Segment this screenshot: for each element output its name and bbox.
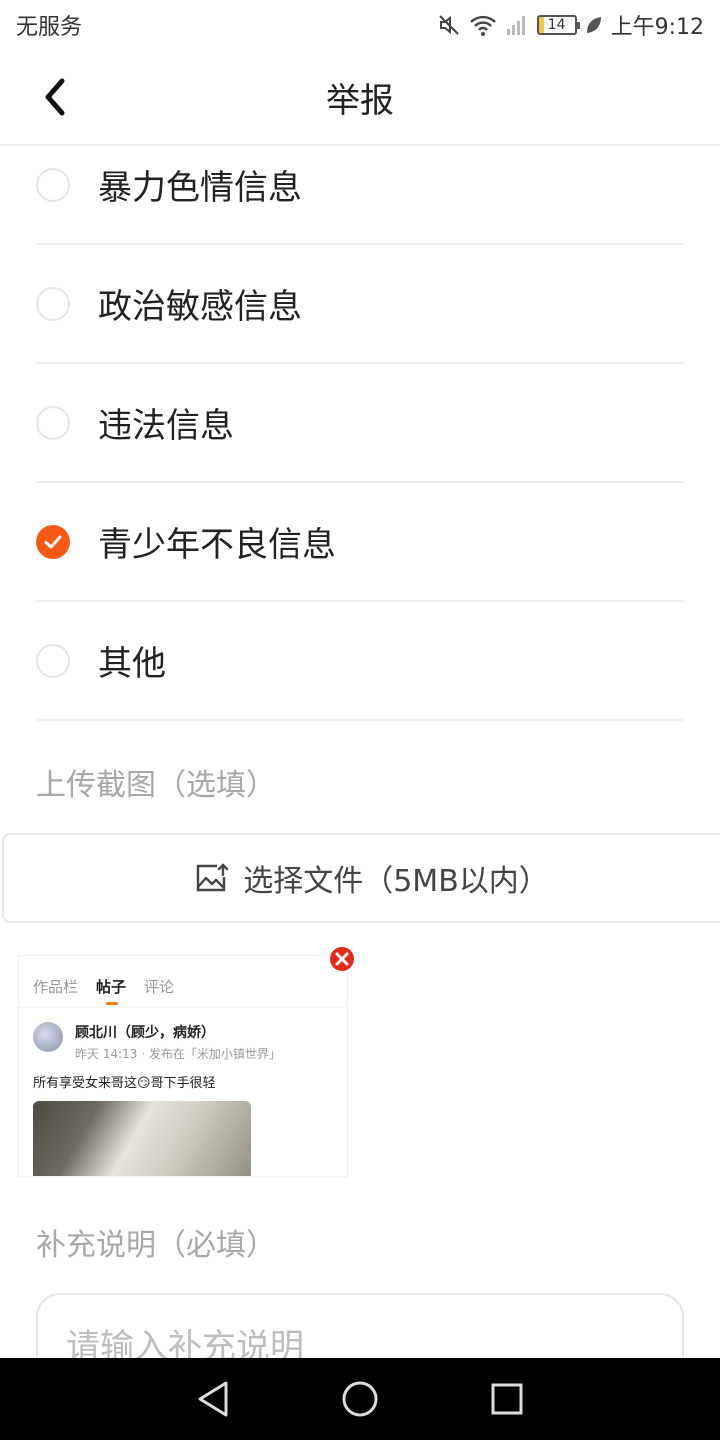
close-circle-icon xyxy=(335,952,349,966)
radio-unchecked-icon[interactable] xyxy=(36,643,70,678)
chevron-left-icon xyxy=(45,78,65,116)
option-label: 违法信息 xyxy=(98,406,234,446)
radio-unchecked-icon[interactable] xyxy=(36,167,70,202)
preview-tabs: 作品栏 帖子 评论 xyxy=(19,956,347,1008)
report-option-youth[interactable]: 青少年不良信息 xyxy=(36,483,684,602)
image-upload-icon xyxy=(197,863,229,892)
choose-file-button[interactable]: 选择文件（5MB以内） xyxy=(2,833,720,923)
option-label: 政治敏感信息 xyxy=(98,287,302,327)
preview-tab-active: 帖子 xyxy=(96,978,127,1005)
back-button[interactable] xyxy=(30,72,80,122)
status-bar: 无服务 14 上午9:12 xyxy=(0,0,720,50)
preview-author: 顾北川（顾少，病娇） xyxy=(75,1025,215,1041)
option-label: 暴力色情信息 xyxy=(98,168,302,208)
report-option-political[interactable]: 政治敏感信息 xyxy=(36,245,684,364)
choose-file-label: 选择文件（5MB以内） xyxy=(243,864,549,899)
preview-meta: 昨天 14:13 · 发布在「米加小镇世界」 xyxy=(75,1047,281,1061)
option-label: 其他 xyxy=(98,644,166,684)
option-label: 青少年不良信息 xyxy=(98,525,336,565)
nav-recents-button[interactable] xyxy=(477,1369,537,1429)
nav-back-button[interactable] xyxy=(183,1369,243,1429)
report-option-other[interactable]: 其他 xyxy=(36,602,684,721)
remove-screenshot-button[interactable] xyxy=(328,945,356,973)
report-options-list: 暴力色情信息 政治敏感信息 违法信息 青少年不良信息 其他 xyxy=(36,126,684,721)
preview-post: 顾北川（顾少，病娇） 昨天 14:13 · 发布在「米加小镇世界」 所有享受女来… xyxy=(19,1008,347,1176)
nav-home-button[interactable] xyxy=(330,1369,390,1429)
upload-section-label: 上传截图（选填） xyxy=(36,768,276,803)
preview-tab: 作品栏 xyxy=(33,978,79,996)
back-triangle-icon xyxy=(198,1381,228,1417)
description-section-label: 补充说明（必填） xyxy=(36,1228,276,1263)
preview-text: 所有享受女来哥这😏哥下手很轻 xyxy=(33,1076,216,1091)
carrier-label: 无服务 xyxy=(16,15,83,40)
wifi-icon xyxy=(469,13,497,37)
preview-tab: 评论 xyxy=(144,978,175,996)
home-circle-icon xyxy=(342,1381,378,1417)
clock: 上午9:12 xyxy=(610,15,704,40)
signal-icon xyxy=(505,13,529,37)
report-option-violence[interactable]: 暴力色情信息 xyxy=(36,126,684,245)
radio-checked-icon[interactable] xyxy=(36,524,70,559)
radio-unchecked-icon[interactable] xyxy=(36,286,70,321)
mute-icon xyxy=(437,13,461,37)
report-option-illegal[interactable]: 违法信息 xyxy=(36,364,684,483)
recents-square-icon xyxy=(491,1383,523,1415)
leaf-icon xyxy=(585,15,603,35)
page-title: 举报 xyxy=(326,80,394,121)
battery-level: 14 xyxy=(547,17,566,33)
screenshot-preview: 作品栏 帖子 评论 顾北川（顾少，病娇） 昨天 14:13 · 发布在「米加小镇… xyxy=(18,955,348,1177)
system-nav-bar xyxy=(0,1358,720,1440)
status-icons: 14 上午9:12 xyxy=(437,9,704,41)
battery-icon: 14 xyxy=(536,15,580,35)
avatar xyxy=(33,1022,63,1052)
radio-unchecked-icon[interactable] xyxy=(36,405,70,440)
preview-photo xyxy=(33,1101,251,1176)
